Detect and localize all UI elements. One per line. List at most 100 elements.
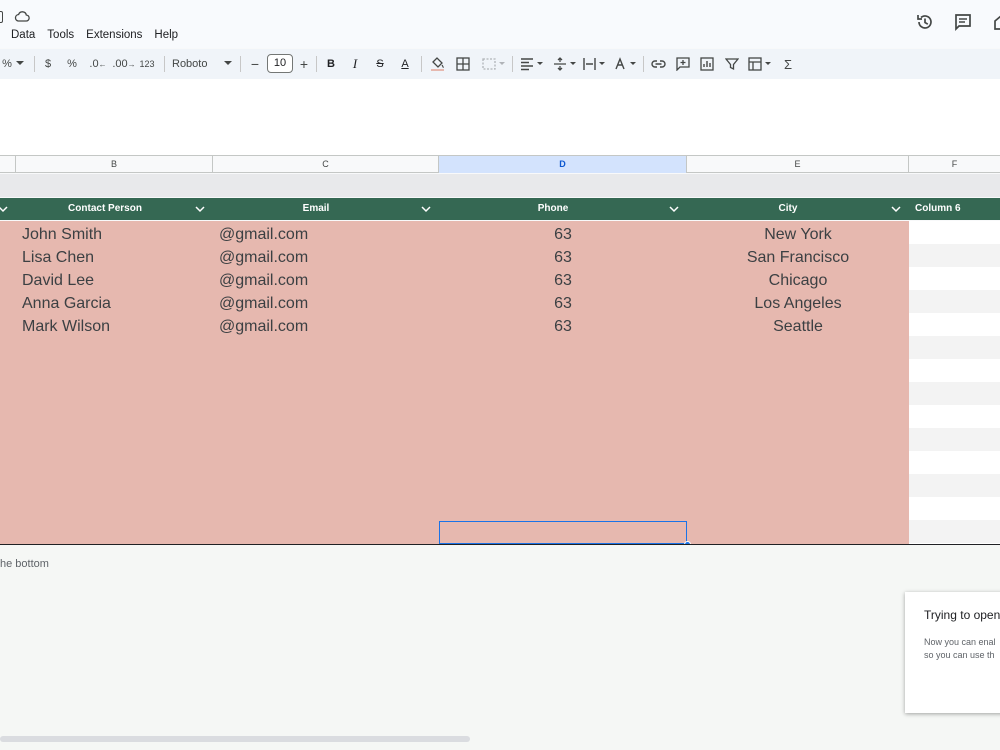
notification-dialog[interactable]: Trying to open Now you can enal so you c…	[905, 592, 1000, 713]
arrow-left-icon: ←	[98, 59, 107, 69]
cell-contact-2[interactable]: Lisa Chen	[22, 246, 94, 269]
merge-cells-icon[interactable]	[482, 57, 506, 71]
cell-phone-4[interactable]: 63	[439, 292, 687, 315]
borders-icon[interactable]	[456, 57, 470, 71]
insert-chart-icon[interactable]	[700, 57, 714, 71]
header-contact-person[interactable]: Contact Person	[16, 198, 194, 220]
cloud-saved-icon[interactable]	[14, 10, 30, 24]
zoom-dropdown-icon[interactable]	[16, 61, 24, 67]
menu-extensions[interactable]: Extensions	[86, 27, 142, 43]
cell-city-1[interactable]: New York	[687, 223, 909, 246]
toolbar-divider	[34, 56, 35, 72]
column-header-f[interactable]: F	[909, 156, 1000, 173]
strikethrough-button[interactable]: S	[373, 49, 387, 79]
cell-email-1[interactable]: @gmail.com	[219, 223, 308, 246]
column-header-b[interactable]: B	[16, 156, 213, 173]
functions-button[interactable]: Σ	[781, 49, 795, 79]
cell-contact-3[interactable]: David Lee	[22, 269, 94, 292]
currency-format-button[interactable]: $	[40, 49, 56, 79]
chevron-down-icon[interactable]	[421, 204, 431, 214]
comments-icon[interactable]	[953, 12, 973, 32]
column-header-a[interactable]	[0, 156, 16, 173]
chevron-down-icon[interactable]	[195, 204, 205, 214]
empty-column-f[interactable]	[909, 221, 1000, 544]
cell-email-4[interactable]: @gmail.com	[219, 292, 308, 315]
toolbar: % $ % .0 ← .00 → 123 Roboto − 10 + B I S A…	[0, 49, 1000, 79]
cell-email-5[interactable]: @gmail.com	[219, 315, 308, 338]
horizontal-align-icon[interactable]	[520, 57, 544, 71]
percent-format-partial[interactable]: %	[0, 49, 14, 79]
horizontal-scrollbar[interactable]	[0, 736, 470, 742]
chevron-down-icon[interactable]	[669, 204, 679, 214]
font-size-increase-button[interactable]: +	[297, 49, 311, 79]
cell-email-3[interactable]: @gmail.com	[219, 269, 308, 292]
chevron-down-icon[interactable]	[0, 204, 8, 214]
cell-contact-4[interactable]: Anna Garcia	[22, 292, 111, 315]
header-phone[interactable]: Phone	[439, 198, 667, 220]
filter-views-icon[interactable]	[748, 57, 774, 71]
dialog-body: Now you can enal so you can use th	[924, 636, 996, 662]
toolbar-divider	[164, 56, 165, 72]
text-color-button[interactable]: A	[397, 49, 413, 79]
cell-city-5[interactable]: Seattle	[687, 315, 909, 338]
filter-icon[interactable]	[725, 57, 739, 71]
percent-format-button[interactable]: %	[64, 49, 80, 79]
font-size-input[interactable]: 10	[267, 54, 293, 73]
column-header-c[interactable]: C	[213, 156, 439, 173]
arrow-right-icon: →	[127, 59, 136, 69]
insert-comment-icon[interactable]	[676, 57, 690, 71]
font-size-decrease-button[interactable]: −	[248, 49, 262, 79]
bottom-panel	[0, 545, 1000, 750]
dialog-title: Trying to open	[924, 608, 1000, 622]
fill-color-icon[interactable]	[430, 56, 445, 72]
number-format-button[interactable]: 123	[138, 49, 156, 79]
toolbar-divider	[421, 56, 422, 72]
column-header-d[interactable]: D	[439, 156, 687, 173]
formula-area	[0, 79, 1000, 155]
column-header-e[interactable]: E	[687, 156, 909, 173]
toolbar-divider	[240, 56, 241, 72]
table-header-row: Contact Person Email Phone City Column 6	[0, 198, 1000, 220]
cell-phone-3[interactable]: 63	[439, 269, 687, 292]
dialog-line-1: Now you can enal	[924, 637, 996, 647]
doc-edge-icon	[0, 11, 3, 23]
font-family-select[interactable]: Roboto	[172, 49, 214, 79]
bold-button[interactable]: B	[324, 49, 338, 79]
chevron-down-icon[interactable]	[891, 204, 901, 214]
meet-icon[interactable]	[992, 12, 1000, 32]
bottom-panel-text: he bottom	[0, 558, 49, 570]
cell-email-2[interactable]: @gmail.com	[219, 246, 308, 269]
cell-phone-2[interactable]: 63	[439, 246, 687, 269]
increase-decimal-button[interactable]: .00 →	[112, 49, 136, 79]
insert-link-icon[interactable]	[651, 58, 666, 70]
toolbar-divider	[512, 56, 513, 72]
menu-bar: Data Tools Extensions Help	[0, 27, 190, 43]
decrease-decimal-button[interactable]: .0 ←	[88, 49, 108, 79]
dialog-line-2: so you can use th	[924, 650, 995, 660]
selected-cell[interactable]	[439, 521, 687, 544]
header-column-6[interactable]: Column 6	[915, 198, 995, 220]
toolbar-divider	[643, 56, 644, 72]
vertical-align-icon[interactable]	[553, 57, 577, 71]
cell-city-4[interactable]: Los Angeles	[687, 292, 909, 315]
cell-city-3[interactable]: Chicago	[687, 269, 909, 292]
cell-phone-5[interactable]: 63	[439, 315, 687, 338]
cell-city-2[interactable]: San Francisco	[687, 246, 909, 269]
top-bar: Data Tools Extensions Help	[0, 0, 1000, 48]
column-headers: B C D E F	[0, 155, 1000, 173]
cell-contact-5[interactable]: Mark Wilson	[22, 315, 110, 338]
italic-button[interactable]: I	[348, 49, 362, 79]
text-rotation-icon[interactable]	[614, 57, 638, 71]
cell-contact-1[interactable]: John Smith	[22, 223, 102, 246]
menu-tools[interactable]: Tools	[47, 27, 74, 43]
header-city[interactable]: City	[687, 198, 889, 220]
text-wrapping-icon[interactable]	[583, 57, 607, 71]
header-email[interactable]: Email	[213, 198, 419, 220]
version-history-icon[interactable]	[915, 12, 935, 32]
cell-phone-1[interactable]: 63	[439, 223, 687, 246]
blank-row[interactable]	[0, 174, 1000, 197]
menu-data[interactable]: Data	[11, 27, 35, 43]
menu-help[interactable]: Help	[154, 27, 178, 43]
font-dropdown-icon[interactable]	[224, 61, 232, 67]
toolbar-divider	[316, 56, 317, 72]
